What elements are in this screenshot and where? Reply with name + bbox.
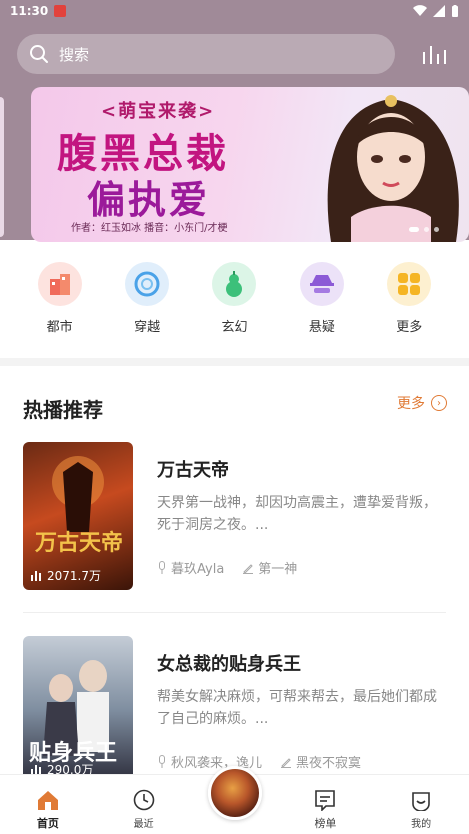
author-name: 暮玖Ayla [171, 562, 225, 577]
book-card[interactable]: 贴身兵王 290.0万 女总裁的贴身兵王 帮美女解决麻烦，可帮来帮去，最后她们都… [23, 636, 448, 786]
search-icon [30, 45, 48, 63]
play-count: 2071.7万 [31, 567, 101, 584]
play-count-value: 2071.7万 [47, 569, 101, 583]
narrator-name: 第一神 [258, 562, 298, 577]
more-label: 更多 [397, 396, 425, 412]
equalizer-icon[interactable] [421, 44, 447, 66]
search-input[interactable]: 搜索 [17, 34, 395, 74]
category-item-time-travel[interactable]: 穿越 [112, 262, 182, 342]
battery-icon [452, 4, 458, 17]
banner-character-illustration [327, 95, 459, 242]
tab-ranking[interactable]: 榜单 [278, 775, 374, 834]
narrator: 黑夜不寂寞 [280, 752, 361, 771]
banner-subtitle: <萌宝来袭> [101, 101, 216, 122]
microphone-icon [159, 754, 165, 768]
section-more-button[interactable]: 更多 › [397, 393, 447, 413]
tab-label: 我的 [411, 819, 432, 830]
banner-dot [434, 227, 439, 232]
author: 暮玖Ayla [157, 558, 224, 577]
banner-credit: 作者：红玉如冰 播音：小东门/才梗 [71, 223, 228, 234]
narrator-name: 黑夜不寂寞 [296, 756, 362, 771]
clock-icon [133, 789, 154, 811]
bar-chart-icon [31, 764, 41, 775]
search-placeholder: 搜索 [59, 45, 90, 64]
ranking-icon [315, 790, 336, 811]
section-title: 热播推荐 [23, 398, 103, 422]
tab-label: 榜单 [314, 817, 337, 830]
status-bar: 11:30 [0, 0, 469, 22]
book-separator [23, 612, 446, 613]
book-title: 女总裁的贴身兵王 [157, 654, 301, 675]
wifi-icon [413, 5, 427, 17]
promo-banner[interactable]: <萌宝来袭> 腹黑总裁 偏执爱 作者：红玉如冰 播音：小东门/才梗 [31, 87, 469, 242]
book-cover-image: 贴身兵王 290.0万 [23, 636, 133, 784]
book-meta: 秋风袭来，逸儿 黑夜不寂寞 [157, 752, 361, 771]
category-label: 玄幻 [221, 320, 248, 335]
banner-dot [409, 227, 419, 232]
author-name: 秋风袭来，逸儿 [171, 756, 263, 771]
pen-icon [243, 563, 254, 574]
book-meta: 暮玖Ayla 第一神 [157, 558, 297, 577]
category-label: 更多 [396, 320, 423, 335]
microphone-icon [159, 560, 165, 574]
category-row: 都市 穿越 玄幻 悬疑 更多 [0, 262, 469, 342]
home-icon [37, 791, 58, 810]
book-card[interactable]: 万古天帝 2071.7万 万古天帝 天界第一战神，却因功高震主，遭挚爱背叛，死于… [23, 442, 448, 592]
book-cover-image: 万古天帝 2071.7万 [23, 442, 133, 590]
category-item-mystery[interactable]: 悬疑 [287, 262, 357, 342]
tab-profile[interactable]: 我的 [373, 775, 469, 834]
book-title: 万古天帝 [157, 460, 229, 481]
portal-icon [125, 262, 170, 306]
svg-text:万古天帝: 万古天帝 [34, 530, 123, 556]
category-item-city[interactable]: 都市 [25, 262, 95, 342]
section-divider [0, 358, 469, 366]
gourd-icon [212, 262, 257, 306]
tab-recent[interactable]: 最近 [96, 775, 192, 834]
tab-label: 最近 [133, 819, 154, 830]
now-playing-disc[interactable] [208, 766, 262, 820]
app-notification-icon [54, 5, 67, 17]
banner-pagination [409, 227, 439, 232]
smile-icon [412, 792, 430, 811]
banner-dot [424, 227, 429, 232]
category-label: 穿越 [134, 320, 161, 335]
pen-icon [281, 757, 292, 768]
status-indicators [413, 4, 459, 18]
narrator: 第一神 [242, 558, 297, 577]
category-item-more[interactable]: 更多 [374, 262, 444, 342]
category-item-fantasy[interactable]: 玄幻 [199, 262, 269, 342]
book-description: 天界第一战神，却因功高震主，遭挚爱背叛，死于洞房之夜。... [157, 495, 437, 533]
category-label: 悬疑 [308, 320, 335, 335]
previous-banner-peek[interactable] [0, 97, 4, 237]
banner-title-line2: 偏执爱 [87, 177, 211, 222]
tab-home[interactable]: 首页 [0, 775, 96, 834]
book-description: 帮美女解决麻烦，可帮来帮去，最后她们都成了自己的麻烦。... [157, 689, 437, 727]
city-icon [37, 262, 82, 306]
category-label: 都市 [46, 320, 73, 335]
status-time: 11:30 [10, 4, 49, 18]
detective-icon [299, 262, 344, 306]
signal-icon [433, 5, 445, 17]
tab-label: 首页 [36, 817, 59, 830]
grid-icon [387, 262, 432, 306]
chevron-right-icon: › [431, 395, 447, 411]
bar-chart-icon [31, 570, 41, 581]
